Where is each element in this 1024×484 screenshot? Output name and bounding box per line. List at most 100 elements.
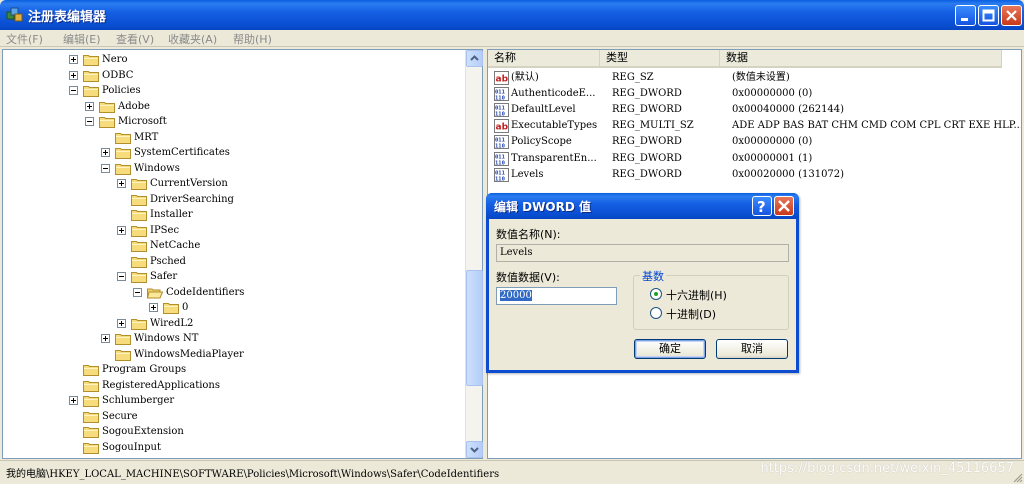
tree-node[interactable]: Nero [3,52,463,67]
tree-node[interactable]: SystemCertificates [3,145,463,160]
expand-icon[interactable] [69,55,78,64]
ok-button[interactable]: 确定 [634,339,706,359]
tree-node[interactable]: DriverSearching [3,192,463,207]
value-row[interactable]: ab ExecutableTypes REG_MULTI_SZ ADE ADP BAS… [488,118,1021,134]
tree-node[interactable]: 0 [3,300,463,315]
tree-node[interactable]: Installer [3,207,463,222]
value-data-input[interactable]: 20000 [496,287,617,305]
tree-node[interactable]: Safer [3,269,463,284]
collapse-icon[interactable] [69,86,78,95]
tree-vertical-scrollbar[interactable] [465,50,483,458]
dialog-help-button[interactable]: ? [752,196,772,216]
menu-help[interactable]: 帮助(H) [233,31,272,47]
expand-icon[interactable] [101,334,110,343]
svg-text:110: 110 [495,176,505,182]
tree-node[interactable]: Adobe [3,99,463,114]
dialog-title: 编辑 DWORD 值 [494,200,591,214]
hex-radio-label[interactable]: 十六进制(H) [666,287,727,303]
menu-view[interactable]: 查看(V) [116,31,154,47]
registry-tree-pane[interactable]: Nero ODBC Policies Adobe Microsoft MRT SystemC… [2,49,483,459]
folder-icon [83,365,99,376]
value-row[interactable]: 011 110 AuthenticodeE... REG_DWORD 0x0000000… [488,86,1018,102]
folder-icon [83,380,99,392]
expand-icon[interactable] [117,225,126,235]
expand-icon[interactable] [117,318,126,328]
value-row[interactable]: 011 110 Levels REG_DWORD 0x00020000 (131072) [488,167,1018,183]
value-row[interactable]: 011 110 TransparentEn... REG_DWORD 0x0000000… [488,151,1018,167]
tree-node-label: Nero [102,54,128,65]
expand-icon[interactable] [101,148,110,157]
tree-node[interactable]: SogouExtension [3,424,463,439]
value-row[interactable]: 011 110 PolicyScope REG_DWORD 0x00000000 (0) [488,134,1018,150]
folder-icon [83,70,99,82]
folder-icon [99,101,115,113]
dialog-title-bar[interactable]: 编辑 DWORD 值 ? [486,193,799,219]
collapse-icon[interactable] [101,163,110,173]
column-header-name[interactable]: 名称 [488,50,600,68]
tree-node[interactable]: Microsoft [3,114,463,129]
column-header-data[interactable]: 数据 [720,50,1002,68]
close-button[interactable] [1001,5,1022,26]
cancel-button[interactable]: 取消 [716,339,788,359]
tree-node[interactable]: Windows [3,161,463,176]
tree-node[interactable]: Policies [3,83,463,98]
scroll-down-button[interactable] [466,441,483,458]
tree-node[interactable]: CodeIdentifiers [3,285,463,300]
svg-text:110: 110 [495,96,505,102]
tree-node-label: Policies [102,85,141,96]
value-name: (默认) [511,72,539,83]
value-name-label: 数值名称(N): [496,228,561,241]
expand-icon[interactable] [69,396,78,405]
folder-icon [115,148,131,159]
window-title-bar[interactable]: 注册表编辑器 [0,0,1024,30]
value-row[interactable]: 011 110 DefaultLevel REG_DWORD 0x00040000 (2… [488,102,1018,118]
menu-file[interactable]: 文件(F) [6,31,43,47]
decimal-radio-label[interactable]: 十进制(D) [666,306,716,322]
value-type: REG_DWORD [612,168,682,180]
folder-icon [83,427,99,438]
chevron-down-icon [470,447,479,453]
folder-icon [131,210,147,221]
maximize-button[interactable] [978,5,999,26]
tree-node[interactable]: Program Groups [3,362,463,377]
tree-node[interactable]: Windows NT [3,331,463,346]
tree-node[interactable]: IPSec [3,223,463,238]
collapse-icon[interactable] [133,287,142,297]
watermark: https://blog.csdn.net/weixin_45116657 [760,461,1014,476]
tree-node[interactable]: SogouInput [3,440,463,455]
menu-edit[interactable]: 编辑(E) [63,31,101,47]
value-data: 0x00000000 (0) [732,88,813,100]
menu-favorites[interactable]: 收藏夹(A) [168,31,217,47]
scroll-up-button[interactable] [466,50,483,67]
svg-text:110: 110 [495,144,505,150]
scroll-thumb[interactable] [466,270,483,386]
expand-icon[interactable] [117,179,126,188]
minimize-button[interactable] [955,5,976,26]
tree-node[interactable]: Schlumberger [3,393,463,408]
tree-node[interactable]: RegisteredApplications [3,378,463,393]
tree-node[interactable]: CurrentVersion [3,176,463,191]
expand-icon[interactable] [85,101,94,111]
resize-grip-icon[interactable] [1011,471,1023,483]
collapse-icon[interactable] [85,117,94,126]
tree-node[interactable]: Psched [3,254,463,269]
expand-icon[interactable] [69,70,78,80]
tree-node[interactable]: NetCache [3,238,463,253]
column-header-type[interactable]: 类型 [600,50,720,68]
folder-icon [131,225,147,237]
hex-radio[interactable] [650,288,662,300]
decimal-radio[interactable] [650,307,662,319]
tree-node[interactable]: WiredL2 [3,316,463,331]
base-groupbox-title: 基数 [640,268,666,284]
tree-node[interactable]: Secure [3,409,463,424]
minimize-icon [961,18,968,21]
dialog-close-button[interactable] [774,196,794,216]
tree-node-label: SogouExtension [102,426,184,437]
tree-node[interactable]: ODBC [3,68,463,83]
expand-icon[interactable] [149,303,158,312]
value-row[interactable]: ab (默认) REG_SZ (数值未设置) [488,70,1018,86]
value-data: ADE ADP BAS BAT CHM CMD COM CPL CRT EXE … [732,120,1022,132]
collapse-icon[interactable] [117,272,126,281]
tree-node[interactable]: WindowsMediaPlayer [3,347,463,362]
tree-node[interactable]: MRT [3,130,463,145]
